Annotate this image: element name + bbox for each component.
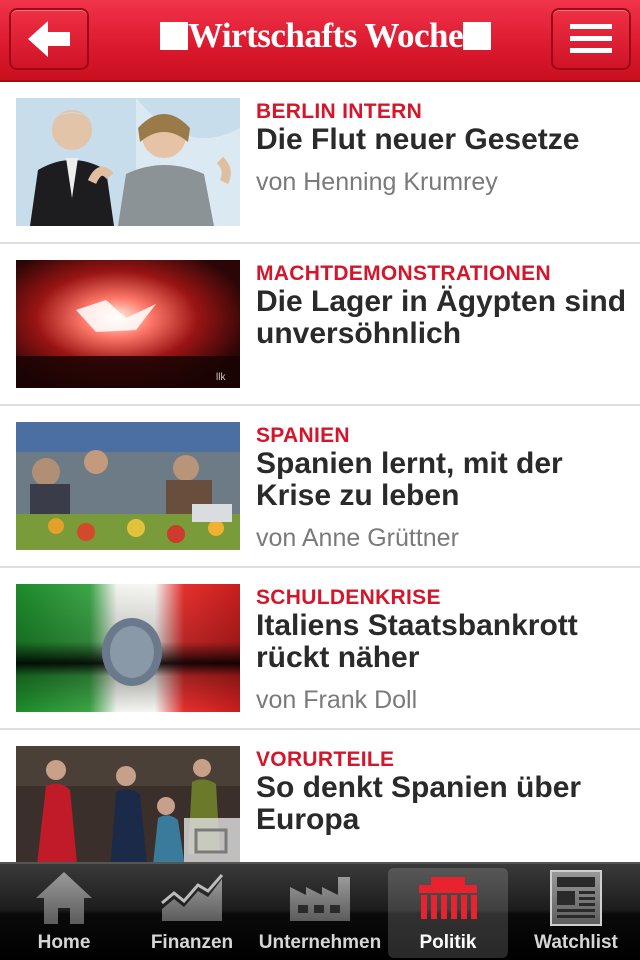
tab-bar: Home Finanzen Unternehmen Politik Watchl… <box>0 862 640 960</box>
svg-text:llk: llk <box>216 372 226 383</box>
article-headline: Italiens Staatsbankrott rückt näher <box>256 609 578 674</box>
parliament-icon <box>419 877 477 919</box>
home-icon <box>36 872 92 924</box>
tab-label: Watchlist <box>534 932 618 953</box>
tab-label: Unternehmen <box>258 932 382 953</box>
tab-politik[interactable]: Politik <box>388 868 508 958</box>
logo-square-right <box>463 22 492 50</box>
article-thumbnail-5 <box>16 746 240 862</box>
article-row-1[interactable]: BERLIN INTERN Die Flut neuer Gesetze von… <box>0 82 640 244</box>
factory-icon <box>290 877 350 921</box>
article-author: von Anne Grüttner <box>256 524 459 552</box>
article-row-4[interactable]: SCHULDENKRISE Italiens Staatsbankrott rü… <box>0 568 640 730</box>
article-thumbnail-3 <box>16 422 240 550</box>
tab-watchlist[interactable]: Watchlist <box>516 868 636 958</box>
article-row-3[interactable]: SPANIEN Spanien lernt, mit der Krise zu … <box>0 406 640 568</box>
tab-label: Home <box>37 932 91 953</box>
article-list: BERLIN INTERN Die Flut neuer Gesetze von… <box>0 82 640 862</box>
article-row-5[interactable]: VORURTEILE So denkt Spanien über Europa <box>0 730 640 862</box>
article-headline: Die Flut neuer Gesetze <box>256 123 580 156</box>
back-arrow-icon <box>28 21 70 57</box>
article-headline: Die Lager in Ägypten sind unversöhnlich <box>256 285 627 350</box>
tab-label: Finanzen <box>150 932 234 953</box>
logo-square-left <box>160 22 188 50</box>
article-headline: Spanien lernt, mit der Krise zu leben <box>256 447 563 512</box>
tab-label: Politik <box>419 932 477 953</box>
article-kicker: MACHTDEMONSTRATIONEN <box>256 262 551 285</box>
hamburger-menu-icon <box>570 24 612 53</box>
newspaper-icon <box>550 870 602 926</box>
article-author: von Henning Krumrey <box>256 168 498 196</box>
chart-icon <box>161 874 224 921</box>
article-thumbnail-1 <box>16 98 240 226</box>
article-author: von Frank Doll <box>256 686 418 714</box>
article-row-2[interactable]: llk MACHTDEMONSTRATIONEN Die Lager in Äg… <box>0 244 640 406</box>
article-kicker: SPANIEN <box>256 424 350 447</box>
article-kicker: SCHULDENKRISE <box>256 586 441 609</box>
tab-home[interactable]: Home <box>4 868 124 958</box>
article-headline: So denkt Spanien über Europa <box>256 771 582 836</box>
back-button[interactable] <box>9 8 89 70</box>
tab-finanzen[interactable]: Finanzen <box>132 868 252 958</box>
top-bar: Wirtschafts Woche <box>0 0 640 82</box>
article-kicker: VORURTEILE <box>256 748 395 771</box>
article-thumbnail-4 <box>16 584 240 712</box>
tab-unternehmen[interactable]: Unternehmen <box>258 868 382 958</box>
article-thumbnail-2: llk <box>16 260 240 388</box>
menu-button[interactable] <box>551 8 631 70</box>
article-kicker: BERLIN INTERN <box>256 100 423 123</box>
logo-text: Wirtschafts Woche <box>188 16 464 55</box>
brand-logo: Wirtschafts Woche <box>160 14 492 58</box>
